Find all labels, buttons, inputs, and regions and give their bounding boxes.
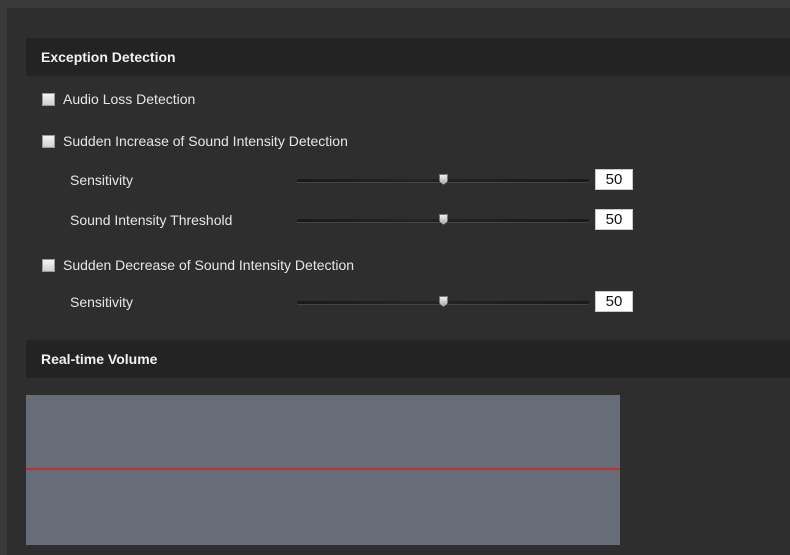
exception-detection-title: Exception Detection bbox=[41, 49, 176, 65]
increase-threshold-value[interactable]: 50 bbox=[595, 209, 633, 230]
audio-loss-label: Audio Loss Detection bbox=[63, 91, 196, 107]
sudden-increase-label: Sudden Increase of Sound Intensity Detec… bbox=[63, 133, 348, 149]
increase-sensitivity-value[interactable]: 50 bbox=[595, 169, 633, 190]
volume-level-line bbox=[26, 468, 620, 470]
audio-loss-row[interactable]: Audio Loss Detection bbox=[42, 89, 195, 109]
realtime-volume-title: Real-time Volume bbox=[41, 351, 158, 367]
increase-sensitivity-slider[interactable] bbox=[297, 174, 589, 185]
increase-threshold-row: Sound Intensity Threshold 50 bbox=[70, 209, 650, 233]
sudden-decrease-label: Sudden Decrease of Sound Intensity Detec… bbox=[63, 257, 355, 273]
decrease-sensitivity-thumb[interactable] bbox=[439, 296, 448, 307]
increase-threshold-slider[interactable] bbox=[297, 214, 589, 225]
increase-sensitivity-thumb[interactable] bbox=[439, 174, 448, 185]
sudden-decrease-checkbox[interactable] bbox=[42, 258, 55, 272]
increase-threshold-thumb[interactable] bbox=[439, 214, 448, 225]
increase-threshold-label: Sound Intensity Threshold bbox=[70, 212, 233, 228]
increase-sensitivity-label: Sensitivity bbox=[70, 172, 134, 188]
realtime-volume-meter bbox=[26, 395, 620, 545]
sudden-increase-checkbox[interactable] bbox=[42, 134, 55, 148]
sudden-decrease-row[interactable]: Sudden Decrease of Sound Intensity Detec… bbox=[42, 255, 354, 275]
decrease-sensitivity-label: Sensitivity bbox=[70, 294, 134, 310]
sudden-increase-row[interactable]: Sudden Increase of Sound Intensity Detec… bbox=[42, 131, 348, 151]
exception-detection-header: Exception Detection bbox=[26, 38, 790, 76]
audio-loss-checkbox[interactable] bbox=[42, 92, 55, 106]
decrease-sensitivity-value[interactable]: 50 bbox=[595, 291, 633, 312]
decrease-sensitivity-row: Sensitivity 50 bbox=[70, 291, 650, 315]
increase-sensitivity-row: Sensitivity 50 bbox=[70, 169, 650, 193]
decrease-sensitivity-slider[interactable] bbox=[297, 296, 589, 307]
realtime-volume-header: Real-time Volume bbox=[26, 340, 790, 378]
